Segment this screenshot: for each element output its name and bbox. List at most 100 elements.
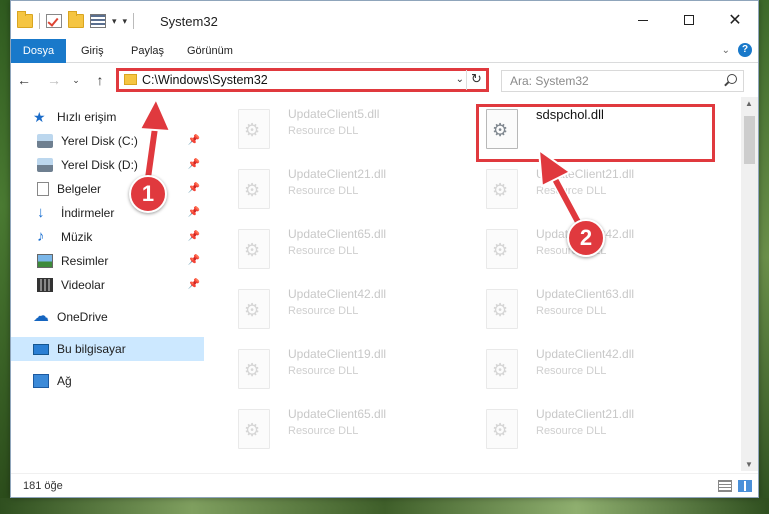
pin-icon[interactable]: 📌 bbox=[188, 183, 200, 194]
maximize-icon bbox=[684, 15, 694, 25]
file-type: Resource DLL bbox=[288, 185, 359, 197]
sidebar-item-label: Yerel Disk (C:) bbox=[61, 134, 138, 148]
pin-icon[interactable]: 📌 bbox=[188, 159, 200, 170]
sidebar-item-local-disk-d[interactable]: Yerel Disk (D:) 📌 bbox=[11, 153, 204, 177]
maximize-button[interactable] bbox=[666, 1, 712, 39]
sidebar-item-this-pc[interactable]: Bu bilgisayar bbox=[11, 337, 204, 361]
computer-icon bbox=[33, 343, 49, 355]
file-item[interactable]: UpdateClient65.dll Resource DLL bbox=[224, 403, 454, 459]
dll-file-icon bbox=[238, 409, 270, 449]
title-bar: ▾ ▾ System32 ✕ bbox=[11, 1, 758, 39]
callout-badge-2: 2 bbox=[567, 219, 605, 257]
file-type: Resource DLL bbox=[288, 365, 359, 377]
documents-icon bbox=[37, 182, 49, 196]
file-name: UpdateClient21.dll bbox=[288, 167, 387, 181]
sidebar-item-downloads[interactable]: ↓ İndirmeler 📌 bbox=[11, 201, 204, 225]
file-name: UpdateClient21.dll bbox=[536, 407, 635, 421]
divider bbox=[39, 13, 40, 29]
search-icon[interactable] bbox=[727, 74, 737, 84]
sidebar-item-videos[interactable]: Videolar 📌 bbox=[11, 273, 204, 297]
pin-icon[interactable]: 📌 bbox=[188, 231, 200, 242]
sidebar-item-documents[interactable]: Belgeler 📌 bbox=[11, 177, 204, 201]
onedrive-icon: ☁ bbox=[33, 308, 49, 325]
divider bbox=[133, 13, 135, 29]
status-bar: 181 öğe bbox=[11, 473, 758, 497]
folder-icon bbox=[17, 11, 33, 28]
scroll-up-icon[interactable]: ▲ bbox=[745, 99, 753, 108]
tab-home[interactable]: Giriş bbox=[81, 39, 104, 63]
sidebar-item-pictures[interactable]: Resimler 📌 bbox=[11, 249, 204, 273]
sidebar-item-music[interactable]: ♪ Müzik 📌 bbox=[11, 225, 204, 249]
close-icon: ✕ bbox=[728, 12, 742, 29]
scroll-thumb[interactable] bbox=[744, 116, 755, 164]
downloads-icon: ↓ bbox=[37, 204, 45, 221]
ribbon-tabs: Dosya Giriş Paylaş Görünüm ⌄ ? bbox=[11, 39, 758, 63]
tab-view[interactable]: Görünüm bbox=[187, 39, 233, 63]
refresh-button[interactable]: ↻ bbox=[466, 70, 486, 90]
item-count: 181 öğe bbox=[23, 480, 63, 492]
file-name: UpdateClient19.dll bbox=[288, 347, 387, 361]
address-bar[interactable]: C:\Windows\System32 ⌄ ↻ bbox=[116, 68, 489, 92]
minimize-button[interactable] bbox=[620, 1, 666, 39]
dll-file-icon bbox=[238, 109, 270, 149]
file-item[interactable]: UpdateClient42.dll Resource DLL bbox=[472, 343, 702, 399]
back-button[interactable]: ← bbox=[15, 70, 33, 90]
sidebar-item-onedrive[interactable]: ☁ OneDrive bbox=[11, 305, 204, 329]
music-icon: ♪ bbox=[37, 228, 45, 245]
file-item[interactable]: UpdateClient21.dll Resource DLL bbox=[472, 403, 702, 459]
file-type: Resource DLL bbox=[536, 425, 607, 437]
recent-locations-button[interactable]: ⌄ bbox=[67, 70, 85, 90]
file-name: UpdateClient5.dll bbox=[288, 107, 380, 121]
forward-button[interactable]: → bbox=[45, 70, 63, 90]
sidebar-item-label: Müzik bbox=[61, 230, 93, 244]
sidebar-item-local-disk-c[interactable]: Yerel Disk (C:) 📌 bbox=[11, 129, 204, 153]
vertical-scrollbar[interactable]: ▲ ▼ bbox=[741, 97, 758, 471]
folder-icon bbox=[124, 74, 137, 85]
file-item[interactable]: UpdateClient19.dll Resource DLL bbox=[224, 343, 454, 399]
dll-file-icon bbox=[238, 169, 270, 209]
file-item[interactable]: UpdateClient21.dll Resource DLL bbox=[472, 163, 702, 219]
address-path[interactable]: C:\Windows\System32 bbox=[142, 72, 268, 88]
sidebar-item-label: OneDrive bbox=[57, 310, 108, 324]
file-type: Resource DLL bbox=[288, 425, 359, 437]
customize-toolbar-icon[interactable]: ▾ bbox=[123, 16, 128, 27]
dll-file-icon bbox=[486, 349, 518, 389]
minimize-icon bbox=[638, 19, 648, 21]
new-folder-icon[interactable] bbox=[68, 11, 84, 28]
tab-share[interactable]: Paylaş bbox=[131, 39, 164, 63]
file-name: UpdateClient21.dll bbox=[536, 167, 635, 181]
sidebar-item-label: Belgeler bbox=[57, 182, 102, 196]
properties-check-icon[interactable] bbox=[46, 14, 62, 28]
scroll-down-icon[interactable]: ▼ bbox=[745, 460, 753, 469]
close-button[interactable]: ✕ bbox=[712, 1, 758, 39]
file-name: UpdateClient42.dll bbox=[536, 347, 635, 361]
expand-ribbon-icon[interactable]: ⌄ bbox=[722, 45, 730, 56]
file-name: UpdateClient65.dll bbox=[288, 407, 387, 421]
large-icons-view-icon[interactable] bbox=[738, 480, 752, 492]
file-item[interactable]: UpdateClient63.dll Resource DLL bbox=[472, 283, 702, 339]
file-item[interactable]: UpdateClient65.dll Resource DLL bbox=[224, 223, 454, 279]
sidebar-item-label: Bu bilgisayar bbox=[57, 342, 126, 356]
help-icon[interactable]: ? bbox=[738, 43, 752, 57]
file-item[interactable]: UpdateClient5.dll Resource DLL bbox=[224, 103, 454, 159]
sidebar-item-network[interactable]: Ağ bbox=[11, 369, 204, 393]
up-button[interactable]: ↑ bbox=[91, 70, 109, 90]
sidebar-item-quick-access[interactable]: ★ Hızlı erişim bbox=[11, 105, 204, 129]
tab-file[interactable]: Dosya bbox=[11, 39, 66, 63]
chevron-down-icon[interactable]: ⌄ bbox=[456, 71, 464, 89]
details-view-icon[interactable] bbox=[718, 480, 732, 492]
properties-icon[interactable] bbox=[90, 14, 106, 28]
explorer-window: ▾ ▾ System32 ✕ Dosya Giriş Paylaş Görünü… bbox=[10, 0, 759, 498]
sidebar-item-label: Ağ bbox=[57, 374, 72, 388]
desktop-background-right bbox=[759, 0, 769, 514]
pin-icon[interactable]: 📌 bbox=[188, 255, 200, 266]
file-item[interactable]: UpdateClient21.dll Resource DLL bbox=[224, 163, 454, 219]
search-input[interactable]: Ara: System32 bbox=[501, 70, 744, 92]
pin-icon[interactable]: 📌 bbox=[188, 279, 200, 290]
chevron-down-icon[interactable]: ▾ bbox=[112, 16, 117, 27]
dll-file-icon bbox=[486, 289, 518, 329]
dll-file-icon bbox=[486, 229, 518, 269]
pin-icon[interactable]: 📌 bbox=[188, 135, 200, 146]
pin-icon[interactable]: 📌 bbox=[188, 207, 200, 218]
file-item[interactable]: UpdateClient42.dll Resource DLL bbox=[224, 283, 454, 339]
